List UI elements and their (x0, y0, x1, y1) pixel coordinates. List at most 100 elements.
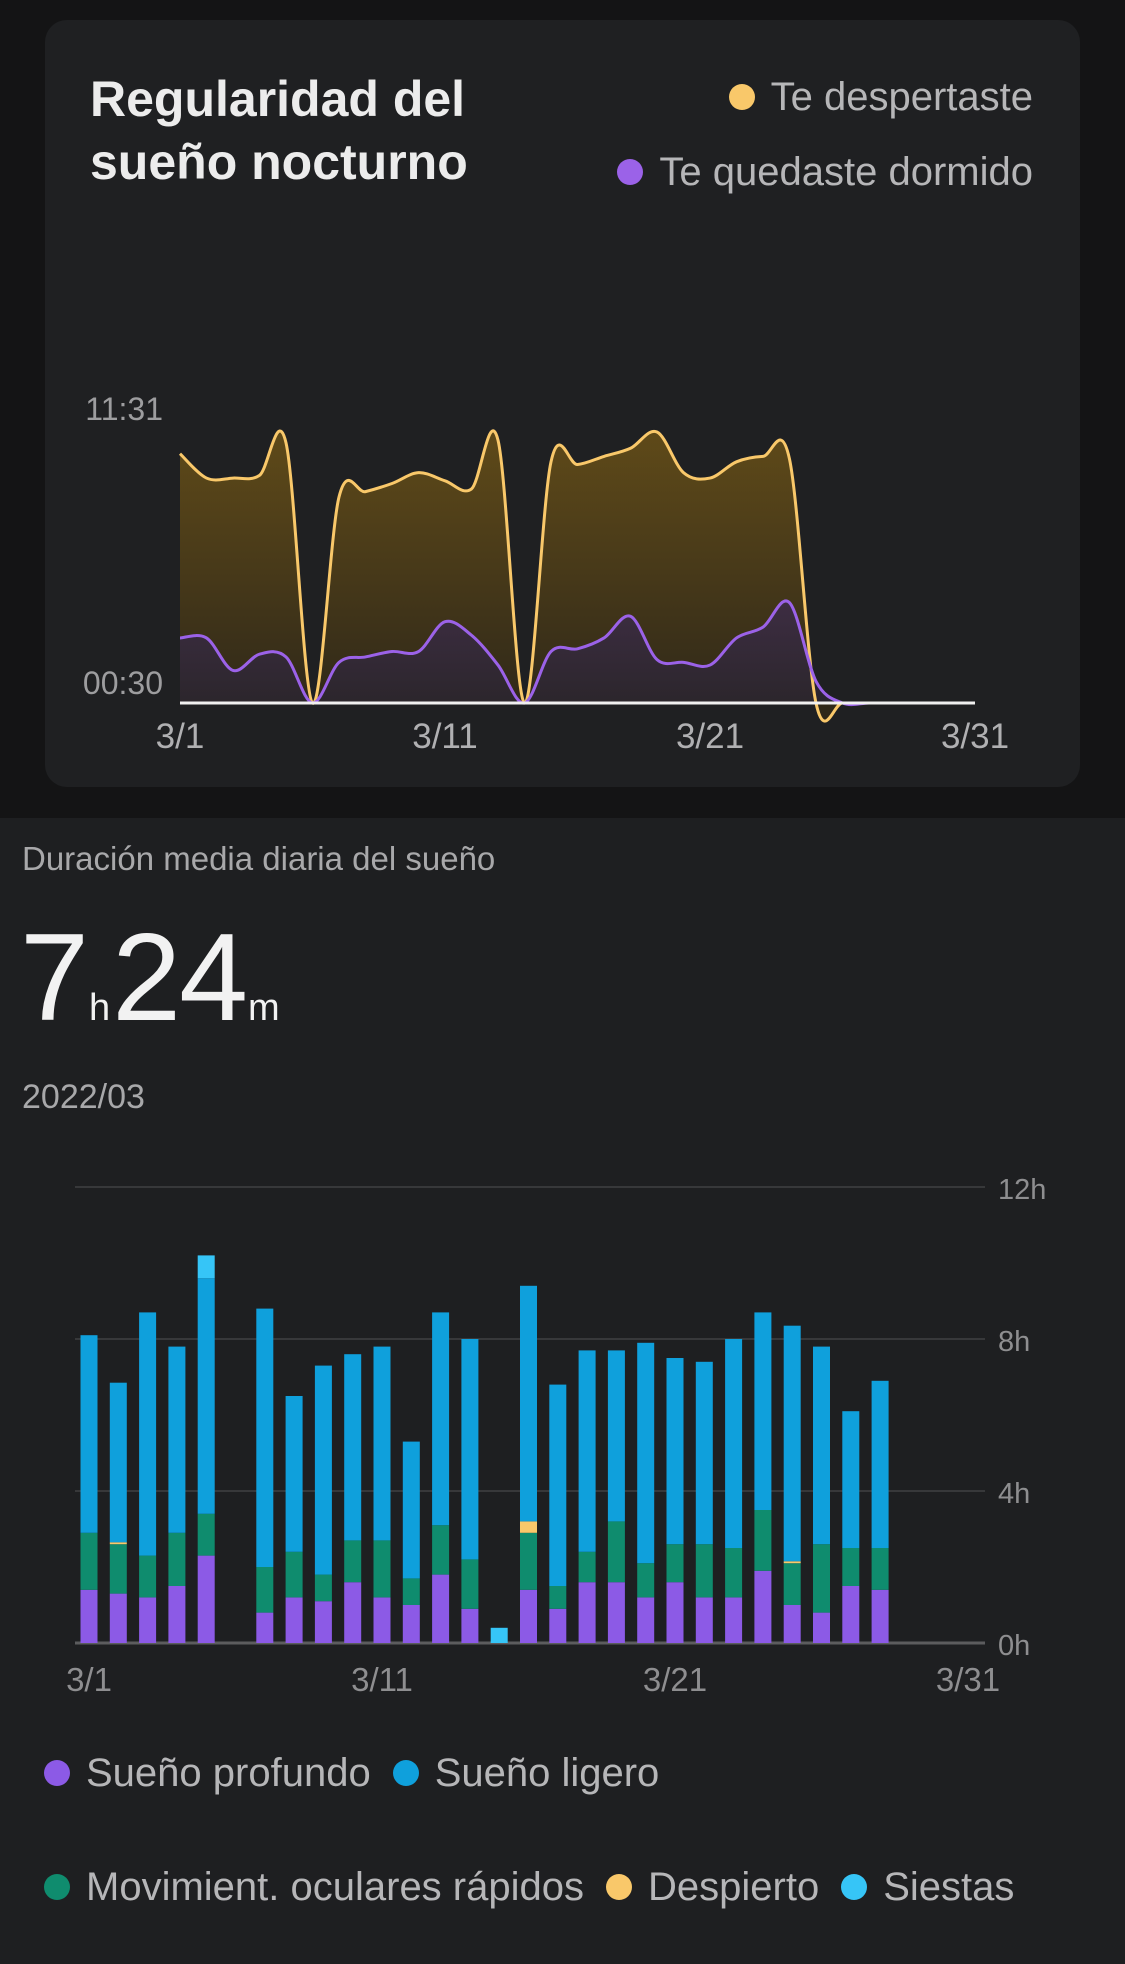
bar-segment (813, 1612, 830, 1643)
bar-segment (432, 1312, 450, 1526)
bar-segment (256, 1612, 274, 1643)
bar-segment (578, 1551, 596, 1583)
legend-label-rem: Movimient. oculares rápidos (86, 1864, 584, 1909)
bar-segment (871, 1589, 889, 1643)
bar-segment (80, 1335, 98, 1533)
bar-segment (549, 1586, 567, 1609)
bar-segment (871, 1548, 889, 1590)
bar-segment (197, 1555, 215, 1643)
bar-segment (256, 1308, 274, 1567)
bar-segment (109, 1593, 127, 1643)
bar-segment (461, 1608, 479, 1643)
bar-segment (725, 1597, 743, 1643)
bar-segment (461, 1339, 479, 1560)
bar-segment (813, 1346, 830, 1545)
bar-segment (402, 1605, 420, 1643)
x-ticks: 3/1 3/11 3/21 3/31 (66, 1661, 1000, 1698)
bar-segment (695, 1544, 713, 1598)
bar-segment (344, 1354, 362, 1541)
bar-segment (754, 1510, 772, 1571)
legend-item-light: Sueño ligero (392, 1746, 660, 1800)
bar-segment (314, 1574, 332, 1602)
bar-segment (139, 1312, 157, 1556)
legend-label-deep: Sueño profundo (86, 1750, 371, 1795)
y-tick: 4h (998, 1478, 1030, 1510)
bar-segment (520, 1521, 537, 1533)
bar-segment (432, 1574, 450, 1643)
bar-segment (637, 1342, 655, 1564)
legend-item-naps: Siestas (841, 1860, 1014, 1914)
deep-sleep-dot-icon (44, 1760, 70, 1786)
bar-segment (109, 1542, 127, 1545)
bar-segment (754, 1570, 772, 1643)
bar-segment (256, 1567, 274, 1613)
bar-segment (402, 1578, 420, 1605)
bar-segment (783, 1325, 801, 1562)
legend-item-awake: Despierto (606, 1860, 819, 1914)
bar-segment (344, 1582, 362, 1643)
bar-segment (783, 1605, 801, 1643)
bar-segment (637, 1563, 655, 1598)
y-ticks: 0h 4h 8h 12h (998, 1174, 1046, 1662)
bar-segment (344, 1540, 362, 1583)
bar-segment (578, 1582, 596, 1643)
bar-segment (754, 1312, 772, 1510)
x-tick: 3/1 (66, 1661, 112, 1698)
sleep-stages-legend: Sueño profundo Sueño ligero Movimient. o… (44, 1746, 1114, 1914)
bar-segment (578, 1350, 596, 1552)
x-tick: 3/11 (351, 1661, 413, 1698)
bar-segment (373, 1597, 391, 1643)
bar-segment (607, 1521, 625, 1583)
bar-segment (637, 1597, 655, 1643)
bar-segment (432, 1525, 450, 1575)
bar-segment (197, 1513, 215, 1556)
x-tick: 3/21 (643, 1661, 707, 1698)
bar-segment (314, 1365, 332, 1575)
bar-segment (490, 1627, 508, 1643)
bar-segment (695, 1361, 713, 1545)
bar-segment (80, 1532, 98, 1590)
bar-segment (168, 1532, 186, 1586)
bar-segment (197, 1278, 215, 1514)
sleep-stages-chart: 0h 4h 8h 12h 3/1 3/11 3/21 3/31 (66, 1174, 1046, 1698)
stacked-bars (80, 1255, 889, 1643)
bar-segment (666, 1582, 684, 1643)
bar-segment (871, 1380, 889, 1548)
y-tick: 0h (998, 1630, 1030, 1662)
awake-dot-icon (606, 1874, 632, 1900)
legend-item-deep: Sueño profundo (44, 1746, 371, 1800)
bar-segment (813, 1544, 830, 1613)
bar-segment (285, 1396, 303, 1552)
bar-segment (373, 1346, 391, 1541)
bar-segment (168, 1346, 186, 1533)
bar-segment (666, 1358, 684, 1545)
bar-segment (314, 1601, 332, 1643)
light-sleep-dot-icon (392, 1760, 419, 1786)
y-tick: 12h (998, 1174, 1046, 1206)
legend-label-naps: Siestas (883, 1864, 1015, 1909)
bar-segment (666, 1544, 684, 1583)
bar-segment (402, 1441, 420, 1579)
x-tick: 3/31 (936, 1661, 1000, 1698)
bar-segment (197, 1255, 215, 1279)
bar-segment (109, 1544, 127, 1594)
legend-label-awake: Despierto (648, 1864, 820, 1909)
bar-segment (168, 1586, 186, 1643)
bar-segment (783, 1561, 801, 1564)
bar-segment (607, 1582, 625, 1643)
y-tick: 8h (998, 1326, 1030, 1358)
bar-segment (607, 1350, 625, 1522)
rem-dot-icon (44, 1874, 70, 1900)
bar-segment (285, 1597, 303, 1643)
bar-segment (461, 1559, 479, 1609)
legend-label-light: Sueño ligero (434, 1750, 660, 1795)
bar-segment (520, 1589, 537, 1643)
bar-segment (80, 1589, 98, 1643)
bar-segment (373, 1540, 391, 1598)
bar-segment (695, 1597, 713, 1643)
bar-segment (549, 1608, 567, 1643)
legend-item-rem: Movimient. oculares rápidos (44, 1860, 584, 1914)
bar-segment (285, 1551, 303, 1598)
bar-segment (725, 1339, 743, 1548)
naps-dot-icon (841, 1874, 868, 1900)
